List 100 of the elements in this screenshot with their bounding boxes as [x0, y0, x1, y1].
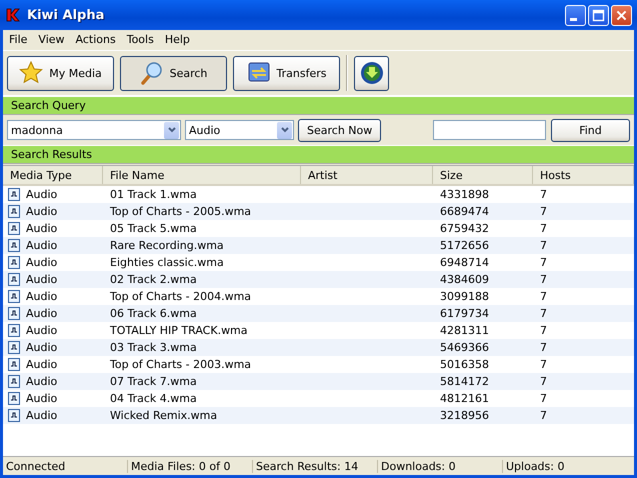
- menu-item[interactable]: File: [3, 33, 32, 46]
- table-cell: Audio: [26, 307, 58, 320]
- table-cell: 7: [540, 375, 547, 388]
- find-field[interactable]: [433, 120, 546, 140]
- find-button[interactable]: Find: [551, 118, 630, 142]
- table-cell: Audio: [26, 205, 58, 218]
- audio-file-icon: [8, 341, 20, 354]
- table-cell: 7: [540, 409, 547, 422]
- toolbar-button[interactable]: Search: [120, 56, 227, 90]
- audio-file-icon: [8, 358, 20, 371]
- star-icon: [19, 61, 44, 85]
- result-row[interactable]: Audio Top of Charts - 2005.wma 6689474 7: [3, 203, 634, 220]
- table-cell: Audio: [26, 409, 58, 422]
- result-row[interactable]: Audio Eighties classic.wma 6948714 7: [3, 254, 634, 271]
- table-cell: Wicked Remix.wma: [110, 409, 218, 422]
- section-title: Search Query: [11, 99, 86, 112]
- table-cell: 7: [540, 324, 547, 337]
- window-title: Kiwi Alpha: [27, 8, 104, 22]
- menu-item[interactable]: Help: [158, 33, 195, 46]
- table-cell: 7: [540, 392, 547, 405]
- table-cell: 7: [540, 290, 547, 303]
- table-cell: 5172656: [440, 239, 489, 252]
- table-cell: 01 Track 1.wma: [110, 188, 197, 201]
- menu-item[interactable]: Tools: [120, 33, 159, 46]
- menu-item[interactable]: Actions: [70, 33, 121, 46]
- table-cell: 4281311: [440, 324, 489, 337]
- search-now-button[interactable]: Search Now: [298, 118, 382, 142]
- column-header[interactable]: Hosts: [533, 166, 634, 184]
- maximize-button[interactable]: [588, 4, 609, 26]
- download-button[interactable]: [354, 56, 389, 90]
- table-cell: 3099188: [440, 290, 489, 303]
- table-cell: 4812161: [440, 392, 489, 405]
- table-cell: 7: [540, 307, 547, 320]
- table-cell: 06 Track 6.wma: [110, 307, 197, 320]
- audio-file-icon: [8, 392, 20, 405]
- table-cell: 7: [540, 358, 547, 371]
- result-row[interactable]: Audio 02 Track 2.wma 4384609 7: [3, 271, 634, 288]
- audio-file-icon: [8, 290, 20, 303]
- minimize-button[interactable]: [565, 4, 586, 26]
- table-cell: Audio: [26, 290, 58, 303]
- table-cell: 7: [540, 205, 547, 218]
- toolbar-button[interactable]: Transfers: [233, 56, 340, 90]
- audio-file-icon: [8, 222, 20, 235]
- minimize-icon: [570, 18, 576, 20]
- table-cell: Audio: [26, 188, 58, 201]
- result-row[interactable]: Audio Rare Recording.wma 5172656 7: [3, 237, 634, 254]
- table-cell: 6689474: [440, 205, 489, 218]
- table-cell: 5814172: [440, 375, 489, 388]
- table-cell: 6179734: [440, 307, 489, 320]
- result-row[interactable]: Audio 06 Track 6.wma 6179734 7: [3, 305, 634, 322]
- audio-file-icon: [8, 205, 20, 218]
- table-cell: Audio: [26, 256, 58, 269]
- menu-item[interactable]: View: [32, 33, 70, 46]
- table-cell: Audio: [26, 239, 58, 252]
- column-header[interactable]: Media Type: [3, 166, 103, 184]
- table-cell: 4384609: [440, 273, 489, 286]
- column-header[interactable]: Size: [433, 166, 533, 184]
- audio-file-icon: [8, 256, 20, 269]
- search-icon: [140, 61, 164, 85]
- table-cell: 7: [540, 273, 547, 286]
- table-cell: 6948714: [440, 256, 489, 269]
- close-button[interactable]: [611, 4, 632, 26]
- audio-file-icon: [8, 188, 20, 201]
- status-text: Uploads: 0: [505, 460, 566, 472]
- table-cell: 5469366: [440, 341, 489, 354]
- result-row[interactable]: Audio 05 Track 5.wma 6759432 7: [3, 220, 634, 237]
- table-cell: Audio: [26, 222, 58, 235]
- result-row[interactable]: Audio Top of Charts - 2003.wma 5016358 7: [3, 356, 634, 373]
- column-header[interactable]: File Name: [103, 166, 301, 184]
- app-logo-icon: [5, 7, 21, 23]
- audio-file-icon: [8, 307, 20, 320]
- table-cell: 03 Track 3.wma: [110, 341, 197, 354]
- table-cell: Top of Charts - 2004.wma: [110, 290, 252, 303]
- result-row[interactable]: Audio 03 Track 3.wma 5469366 7: [3, 339, 634, 356]
- result-row[interactable]: Audio Wicked Remix.wma 3218956 7: [3, 407, 634, 424]
- section-title: Search Results: [11, 148, 92, 161]
- audio-file-icon: [8, 409, 20, 422]
- result-row[interactable]: Audio 01 Track 1.wma 4331898 7: [3, 186, 634, 203]
- table-cell: 02 Track 2.wma: [110, 273, 197, 286]
- table-cell: 7: [540, 239, 547, 252]
- table-cell: 7: [540, 256, 547, 269]
- result-row[interactable]: Audio Top of Charts - 2004.wma 3099188 7: [3, 288, 634, 305]
- table-cell: Top of Charts - 2005.wma: [110, 205, 252, 218]
- table-cell: Audio: [26, 324, 58, 337]
- result-row[interactable]: Audio TOTALLY HIP TRACK.wma 4281311 7: [3, 322, 634, 339]
- table-cell: Audio: [26, 273, 58, 286]
- result-row[interactable]: Audio 07 Track 7.wma 5814172 7: [3, 373, 634, 390]
- table-cell: 7: [540, 341, 547, 354]
- table-cell: 6759432: [440, 222, 489, 235]
- toolbar-button[interactable]: My Media: [7, 56, 114, 90]
- result-row[interactable]: Audio 04 Track 4.wma 4812161 7: [3, 390, 634, 407]
- status-text: Search Results: 14: [253, 460, 378, 472]
- download-icon: [360, 61, 384, 85]
- media-type-combo[interactable]: Audio: [185, 120, 294, 140]
- table-cell: 07 Track 7.wma: [110, 375, 197, 388]
- table-cell: 4331898: [440, 188, 489, 201]
- table-cell: Top of Charts - 2003.wma: [110, 358, 252, 371]
- column-header[interactable]: Artist: [301, 166, 433, 184]
- table-cell: Rare Recording.wma: [110, 239, 224, 252]
- query-combo[interactable]: madonna: [7, 120, 181, 140]
